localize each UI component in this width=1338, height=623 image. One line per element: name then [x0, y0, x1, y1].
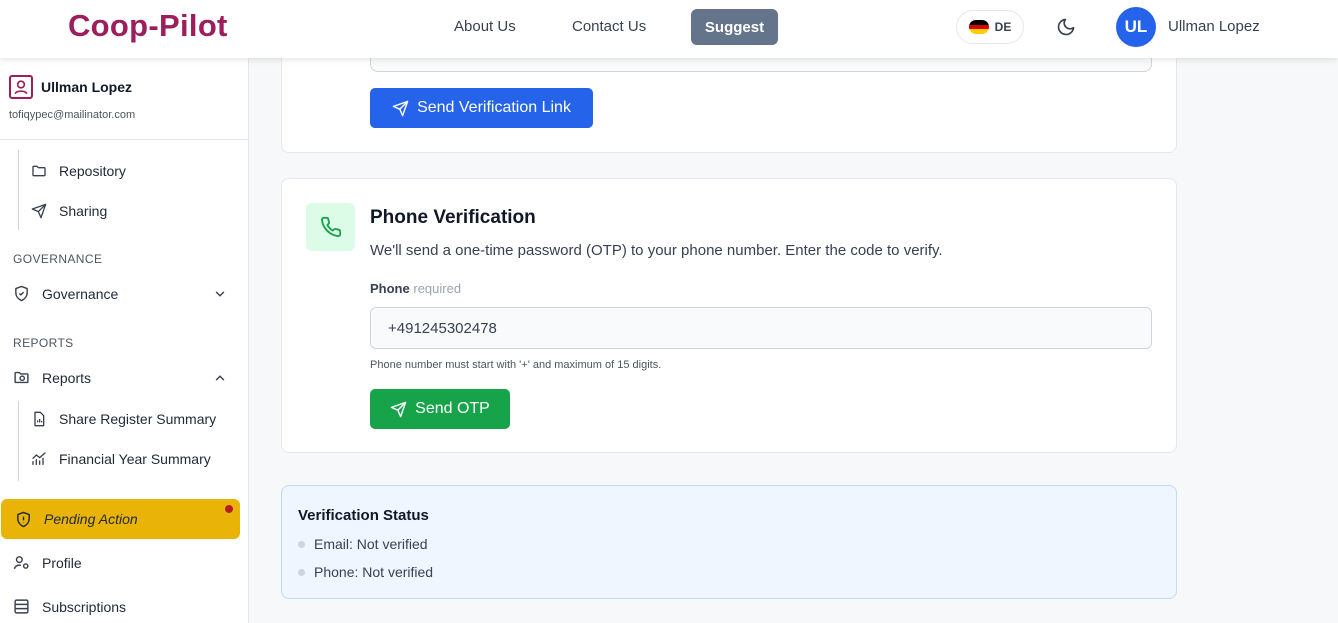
verification-status-title: Verification Status [298, 507, 429, 524]
sidebar-item-label: Financial Year Summary [59, 451, 211, 467]
sidebar-item-repository[interactable]: Repository [31, 163, 126, 179]
sidebar-item-label: Subscriptions [42, 598, 127, 615]
sidebar-item-profile[interactable]: Profile [13, 554, 82, 571]
folder-icon [32, 165, 46, 177]
sidebar-item-subscriptions[interactable]: Subscriptions [13, 598, 126, 615]
divider [0, 139, 248, 140]
trend-chart-icon [32, 452, 46, 465]
sidebar: Ullman Lopez tofiqypec@mailinator.com Re… [0, 58, 249, 623]
sidebar-user-name: Ullman Lopez [41, 79, 133, 95]
send-icon [31, 203, 47, 219]
sidebar-item-label: Governance [42, 285, 119, 302]
button-label: Send Verification Link [417, 99, 571, 116]
sidebar-item-reports[interactable]: Reports [13, 369, 91, 386]
tree-line [18, 150, 19, 230]
phone-help-text: Phone number must start with '+' and max… [370, 359, 662, 371]
user-settings-icon [13, 556, 29, 570]
sidebar-item-share-register-summary[interactable]: Share Register Summary [31, 411, 216, 427]
send-otp-button[interactable]: Send OTP [370, 389, 510, 429]
shield-check-icon [15, 285, 28, 302]
chevron-up-icon[interactable] [213, 371, 227, 385]
sidebar-item-financial-year-summary[interactable]: Financial Year Summary [31, 451, 211, 467]
phone-icon-container [306, 203, 355, 251]
german-flag-icon [968, 20, 989, 34]
phone-status: Phone: Not verified [298, 564, 433, 580]
section-reports: REPORTS [13, 336, 74, 350]
language-switcher[interactable]: DE [956, 10, 1024, 44]
notification-dot [225, 505, 233, 513]
top-header: Coop-Pilot About Us Contact Us Suggest D… [0, 0, 1338, 58]
sidebar-item-sharing[interactable]: Sharing [31, 203, 107, 219]
app-logo[interactable]: Coop-Pilot [68, 8, 228, 44]
phone-verification-title: Phone Verification [370, 207, 536, 228]
user-profile-icon [9, 75, 33, 99]
phone-input[interactable] [370, 307, 1152, 349]
nav-contact-us[interactable]: Contact Us [572, 18, 646, 35]
language-code: DE [994, 20, 1012, 34]
required-indicator: required [413, 281, 462, 296]
phone-icon [320, 216, 341, 237]
folder-chart-icon [14, 371, 29, 384]
sidebar-item-pending-action[interactable]: Pending Action [1, 499, 240, 539]
sidebar-item-label: Sharing [59, 203, 108, 219]
send-icon [392, 100, 409, 116]
phone-verification-card: Phone Verification We'll send a one-time… [281, 178, 1177, 453]
subscription-icon [14, 599, 29, 614]
email-status: Email: Not verified [298, 536, 428, 552]
phone-status-text: Phone: Not verified [314, 564, 434, 580]
sidebar-user-email: tofiqypec@mailinator.com [9, 109, 136, 121]
sidebar-item-label: Share Register Summary [59, 411, 217, 427]
section-governance: GOVERNANCE [13, 252, 103, 266]
document-chart-icon [34, 411, 45, 427]
shield-alert-icon [17, 511, 30, 527]
moon-icon[interactable] [1056, 17, 1076, 37]
button-label: Send OTP [415, 400, 490, 417]
sidebar-item-label: Profile [42, 554, 82, 571]
chevron-down-icon[interactable] [213, 287, 227, 301]
nav-about-us[interactable]: About Us [454, 18, 516, 35]
phone-label: Phone required [370, 281, 461, 296]
avatar[interactable]: UL [1116, 7, 1156, 47]
status-dot [298, 540, 305, 548]
suggest-button[interactable]: Suggest [691, 9, 778, 45]
verification-status-card: Verification Status Email: Not verified … [281, 485, 1177, 599]
send-verification-link-button[interactable]: Send Verification Link [370, 88, 593, 128]
tree-line [18, 401, 19, 481]
header-user-name[interactable]: Ullman Lopez [1168, 18, 1260, 35]
sidebar-item-label: Reports [42, 369, 92, 386]
send-icon [390, 401, 407, 417]
phone-label-text: Phone [370, 281, 410, 296]
email-status-text: Email: Not verified [314, 536, 428, 552]
sidebar-item-governance[interactable]: Governance [13, 285, 118, 302]
sidebar-item-label: Repository [59, 163, 126, 179]
phone-verification-description: We'll send a one-time password (OTP) to … [370, 242, 943, 259]
status-dot [298, 568, 305, 576]
sidebar-item-label: Pending Action [44, 511, 138, 527]
